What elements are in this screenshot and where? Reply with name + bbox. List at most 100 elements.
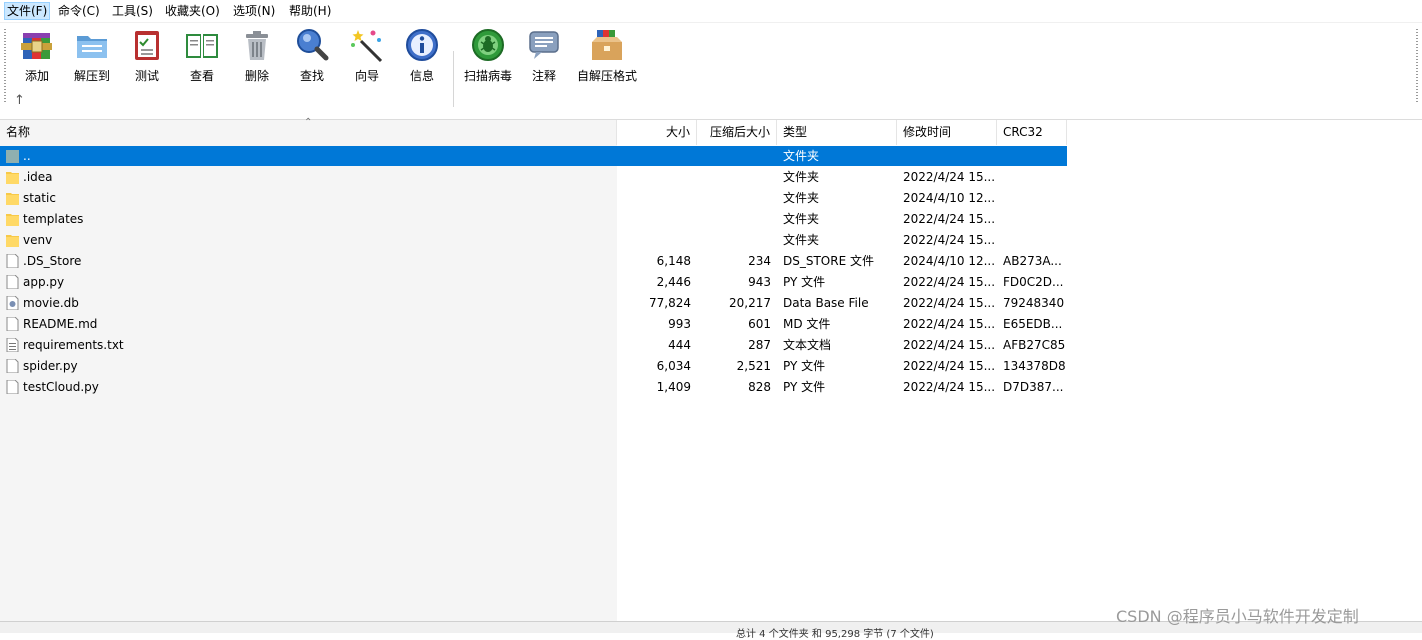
database-file-icon (6, 296, 19, 310)
file-packed-size (697, 209, 771, 229)
menu-file[interactable]: 文件(F) (4, 2, 51, 20)
file-modified: 2022/4/24 15... (903, 380, 995, 394)
file-packed-size (697, 188, 771, 208)
file-name: app.py (23, 275, 65, 289)
file-modified: 2022/4/24 15... (903, 338, 995, 352)
file-size (617, 146, 691, 166)
column-packed[interactable]: 压缩后大小 (697, 120, 777, 145)
extract-folder-icon (77, 36, 107, 58)
file-name: README.md (23, 317, 98, 331)
file-name: .idea (23, 170, 53, 184)
table-row[interactable]: movie.db 77,824 20,217 Data Base File 2022/4… (0, 293, 1067, 313)
menu-commands[interactable]: 命令(C) (56, 3, 102, 19)
file-modified: 2024/4/10 12... (903, 191, 995, 205)
wizard-wand-icon (351, 30, 383, 63)
info-label: 信息 (409, 69, 434, 83)
trash-icon (246, 31, 268, 60)
comment-icon (529, 31, 559, 59)
toolbar-separator (453, 51, 454, 107)
file-list: 名称 ⌃ 大小 压缩后大小 类型 修改时间 CRC32 .. 文件夹 .idea 文件… (0, 117, 1422, 622)
column-type[interactable]: 类型 (777, 120, 897, 145)
sfx-label: 自解压格式 (576, 69, 637, 83)
menu-options[interactable]: 选项(N) (231, 3, 277, 19)
file-modified: 2022/4/24 15... (903, 212, 995, 226)
file-size: 444 (668, 338, 691, 352)
table-row[interactable]: static 文件夹 2024/4/10 12... (0, 188, 1067, 208)
file-size: 993 (668, 317, 691, 331)
folder-icon (6, 193, 19, 205)
file-icon (6, 380, 19, 394)
file-name: templates (23, 212, 84, 226)
file-crc: 134378D8 (1003, 359, 1065, 373)
delete-label: 删除 (244, 69, 269, 83)
toolbar: 添加 解压到 测试 查看 删除 查找 向导 信息 扫描病毒 注释 自解压格式 ↑ (0, 23, 1422, 118)
menu-bar: 文件(F) 命令(C) 工具(S) 收藏夹(O) 选项(N) 帮助(H) (0, 0, 1422, 23)
file-size (617, 167, 691, 187)
column-header: 名称 ⌃ 大小 压缩后大小 类型 修改时间 CRC32 (0, 117, 1067, 145)
magnifier-icon (297, 29, 329, 61)
column-crc[interactable]: CRC32 (997, 120, 1067, 145)
table-row[interactable]: .DS_Store 6,148 234 DS_STORE 文件 2024/4/10 12… (0, 251, 1067, 271)
file-crc: AFB27C85 (1003, 338, 1065, 352)
add-label: 添加 (24, 69, 49, 83)
view-book-icon (186, 34, 218, 58)
file-name: .DS_Store (23, 254, 82, 268)
file-packed-size: 234 (748, 254, 771, 268)
file-packed-size: 287 (748, 338, 771, 352)
find-label: 查找 (299, 69, 324, 83)
virus-scan-icon (472, 29, 504, 61)
folder-icon (6, 172, 19, 184)
menu-tools[interactable]: 工具(S) (110, 3, 155, 19)
toolbar-grip-right (1416, 29, 1418, 103)
table-row[interactable]: testCloud.py 1,409 828 PY 文件 2022/4/24 15...… (0, 377, 1067, 397)
file-size (617, 230, 691, 250)
file-crc: 79248340 (1003, 296, 1065, 310)
folder-icon (6, 214, 19, 226)
file-crc: E65EDB... (1003, 317, 1063, 331)
status-summary: 总计 4 个文件夹 和 95,298 字节 (7 个文件) (736, 629, 934, 640)
virus-scan-label: 扫描病毒 (463, 69, 512, 83)
file-crc: D7D387... (1003, 380, 1064, 394)
table-row[interactable]: .idea 文件夹 2022/4/24 15... (0, 167, 1067, 187)
table-row[interactable]: templates 文件夹 2022/4/24 15... (0, 209, 1067, 229)
up-folder-button[interactable]: ↑ (14, 93, 25, 108)
file-packed-size (697, 230, 771, 250)
table-row[interactable]: spider.py 6,034 2,521 PY 文件 2022/4/24 15... 1… (0, 356, 1067, 376)
menu-favorites[interactable]: 收藏夹(O) (163, 3, 222, 19)
file-type: DS_STORE 文件 (783, 254, 874, 268)
file-type: PY 文件 (783, 380, 826, 394)
table-row[interactable]: README.md 993 601 MD 文件 2022/4/24 15... E65ED… (0, 314, 1067, 334)
add-archive-icon (21, 33, 52, 59)
file-icon (6, 254, 19, 268)
wizard-label: 向导 (354, 69, 379, 83)
column-size[interactable]: 大小 (617, 120, 697, 145)
file-name: static (23, 191, 56, 205)
file-modified: 2022/4/24 15... (903, 317, 995, 331)
table-row[interactable]: .. 文件夹 (0, 146, 1067, 166)
file-packed-size: 2,521 (736, 359, 771, 373)
info-icon (406, 29, 438, 61)
file-size (617, 188, 691, 208)
file-size: 6,148 (656, 254, 691, 268)
file-size: 1,409 (656, 380, 691, 394)
test-clipboard-icon (135, 31, 159, 60)
file-name: spider.py (23, 359, 78, 373)
file-modified: 2022/4/24 15... (903, 359, 995, 373)
file-type: 文件夹 (783, 212, 820, 226)
file-type: Data Base File (783, 296, 869, 310)
file-modified: 2024/4/10 12... (903, 254, 995, 268)
toolbar-grip[interactable] (4, 29, 6, 103)
file-crc (1003, 188, 1065, 208)
file-icon (6, 359, 19, 373)
file-crc (1003, 146, 1065, 166)
column-modified[interactable]: 修改时间 (897, 120, 997, 145)
file-name: venv (23, 233, 53, 247)
comment-label: 注释 (531, 69, 556, 83)
table-row[interactable]: venv 文件夹 2022/4/24 15... (0, 230, 1067, 250)
table-row[interactable]: requirements.txt 444 287 文本文档 2022/4/24 15..… (0, 335, 1067, 355)
test-label: 测试 (134, 69, 159, 83)
file-name: testCloud.py (23, 380, 99, 394)
table-row[interactable]: app.py 2,446 943 PY 文件 2022/4/24 15... FD0C2D… (0, 272, 1067, 292)
menu-help[interactable]: 帮助(H) (287, 3, 333, 19)
file-name: .. (23, 149, 31, 163)
